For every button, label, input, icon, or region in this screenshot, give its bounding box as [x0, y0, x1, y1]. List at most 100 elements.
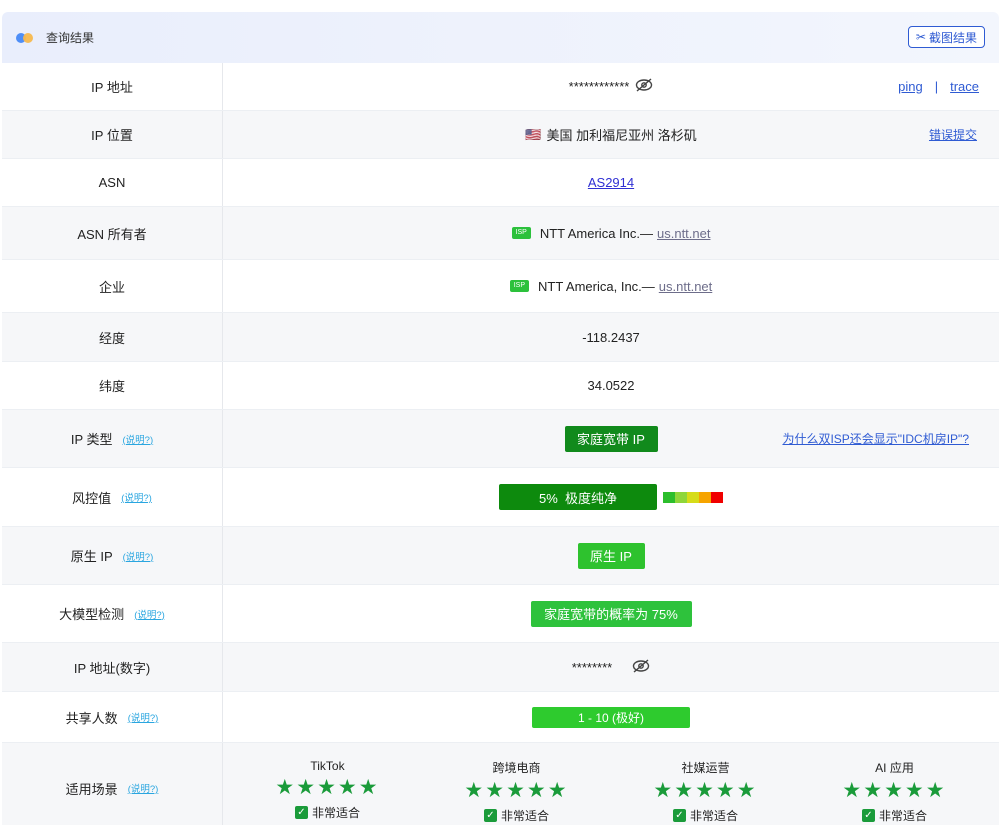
use-case-title: AI 应用	[875, 761, 914, 775]
ip-numeric-masked-value: ********	[571, 659, 613, 675]
checkbox-checked-icon: ✓	[672, 809, 686, 822]
row-ip-numeric: IP 地址(数字) ********	[2, 643, 999, 692]
fit-label: ✓ 非常适合	[483, 807, 549, 824]
risk-scale-bar	[663, 491, 723, 503]
checkbox-checked-icon: ✓	[861, 809, 875, 822]
scissors-icon: ✂	[915, 30, 926, 44]
company-name: NTT America, Inc.—	[538, 278, 655, 294]
use-case-tiktok: TikTok ★★★★★ ✓ 非常适合	[275, 759, 379, 824]
row-value: 🇺🇸 美国 加利福尼亚州 洛杉矶 错误提交	[223, 111, 999, 158]
result-card: 查询结果 ✂ 截图结果 IP 地址 ************ ping | tr…	[2, 12, 999, 825]
row-company: 企业 ISP NTT America, Inc.— us.ntt.net	[2, 260, 999, 313]
dual-isp-explain-link[interactable]: 为什么双ISP还会显示"IDC机房IP"?	[782, 430, 969, 447]
risk-scale-segment	[711, 491, 723, 503]
row-use-cases: 适用场景 (说明?) TikTok ★★★★★ ✓ 非常适合 跨境电商 ★★★★★…	[2, 743, 999, 825]
help-link[interactable]: (说明?)	[121, 490, 152, 504]
row-label-text: 共享人数	[65, 710, 118, 726]
row-value: ISP NTT America, Inc.— us.ntt.net	[223, 260, 999, 312]
row-ip-address: IP 地址 ************ ping | trace	[2, 63, 999, 111]
use-case-ai-apps: AI 应用 ★★★★★ ✓ 非常适合	[842, 759, 946, 824]
risk-scale-segment	[699, 491, 711, 503]
row-label: 原生 IP (说明?)	[2, 527, 223, 584]
row-value: 家庭宽带 IP 为什么双ISP还会显示"IDC机房IP"?	[223, 410, 999, 467]
use-case-social-media: 社媒运营 ★★★★★ ✓ 非常适合	[653, 759, 757, 824]
risk-scale-segment	[675, 491, 687, 503]
row-native-ip: 原生 IP (说明?) 原生 IP	[2, 527, 999, 585]
eye-off-icon[interactable]	[632, 658, 650, 676]
row-ip-type: IP 类型 (说明?) 家庭宽带 IP 为什么双ISP还会显示"IDC机房IP"…	[2, 410, 999, 468]
use-case-list: TikTok ★★★★★ ✓ 非常适合 跨境电商 ★★★★★ ✓ 非常适合 社媒运营…	[223, 759, 999, 824]
row-label: ASN 所有者	[2, 207, 223, 259]
risk-indicator: 5% 极度纯净	[499, 484, 723, 510]
help-link[interactable]: (说明?)	[128, 710, 159, 724]
row-label: 共享人数 (说明?)	[2, 692, 223, 742]
asn-owner-domain-link[interactable]: us.ntt.net	[657, 226, 710, 241]
star-rating-icon: ★★★★★	[653, 779, 758, 802]
ping-trace-links: ping | trace	[898, 79, 979, 94]
star-rating-icon: ★★★★★	[842, 779, 947, 802]
location-value: 美国 加利福尼亚州 洛杉矶	[546, 128, 697, 143]
asn-link[interactable]: AS2914	[588, 175, 634, 190]
use-case-title: TikTok	[310, 759, 345, 773]
row-ip-location: IP 位置 🇺🇸 美国 加利福尼亚州 洛杉矶 错误提交	[2, 111, 999, 159]
row-label: 经度	[2, 313, 223, 361]
row-label-text: 大模型检测	[59, 607, 125, 622]
risk-score-badge: 5% 极度纯净	[499, 484, 657, 510]
row-label: 适用场景 (说明?)	[2, 743, 223, 825]
star-rating-icon: ★★★★★	[275, 776, 380, 799]
report-error-link[interactable]: 错误提交	[929, 126, 977, 143]
home-broadband-badge: 家庭宽带 IP	[564, 425, 658, 452]
row-value: ************ ping | trace	[223, 63, 999, 110]
row-asn: ASN AS2914	[2, 159, 999, 207]
row-label-text: 原生 IP	[70, 549, 113, 564]
checkbox-checked-icon: ✓	[294, 806, 308, 819]
fit-text: 非常适合	[878, 809, 927, 823]
row-value: 5% 极度纯净	[223, 468, 999, 526]
trace-link[interactable]: trace	[950, 79, 979, 94]
row-label: IP 地址(数字)	[2, 643, 223, 691]
fit-label: ✓ 非常适合	[861, 807, 927, 824]
screenshot-button[interactable]: ✂ 截图结果	[907, 26, 985, 48]
row-value: 家庭宽带的概率为 75%	[223, 585, 999, 642]
asn-owner-name: NTT America Inc.—	[539, 225, 653, 241]
isp-tag: ISP	[509, 280, 529, 292]
row-label: 企业	[2, 260, 223, 312]
risk-scale-segment	[687, 491, 699, 503]
row-value: 原生 IP	[223, 527, 999, 584]
star-rating-icon: ★★★★★	[464, 779, 569, 802]
ip-masked-value: ************	[568, 79, 630, 94]
fit-label: ✓ 非常适合	[294, 804, 360, 821]
native-ip-badge: 原生 IP	[577, 542, 645, 569]
row-latitude: 纬度 34.0522	[2, 362, 999, 410]
use-case-title: 跨境电商	[492, 761, 541, 775]
fit-text: 非常适合	[500, 809, 549, 823]
row-shared-users: 共享人数 (说明?) 1 - 10 (极好)	[2, 692, 999, 743]
company-domain-link[interactable]: us.ntt.net	[659, 279, 712, 294]
eye-off-icon[interactable]	[635, 78, 653, 95]
ping-link[interactable]: ping	[898, 79, 923, 94]
row-label-text: 风控值	[72, 490, 112, 506]
screenshot-button-label: 截图结果	[928, 30, 977, 45]
row-label: ASN	[2, 159, 223, 206]
use-case-ecommerce: 跨境电商 ★★★★★ ✓ 非常适合	[464, 759, 568, 824]
row-label: 风控值 (说明?)	[2, 468, 223, 526]
row-value: 1 - 10 (极好)	[223, 692, 999, 742]
row-label: 大模型检测 (说明?)	[2, 585, 223, 642]
row-value: ISP NTT America Inc.— us.ntt.net	[223, 207, 999, 259]
fit-label: ✓ 非常适合	[672, 807, 738, 824]
result-logo-icon	[16, 31, 38, 45]
help-link[interactable]: (说明?)	[123, 432, 154, 446]
card-header: 查询结果 ✂ 截图结果	[2, 12, 999, 63]
row-value: TikTok ★★★★★ ✓ 非常适合 跨境电商 ★★★★★ ✓ 非常适合 社媒运营…	[223, 743, 999, 825]
us-flag-icon: 🇺🇸	[525, 126, 542, 142]
use-case-title: 社媒运营	[681, 761, 730, 775]
row-label: IP 类型 (说明?)	[2, 410, 223, 467]
latitude-value: 34.0522	[587, 378, 635, 393]
risk-scale-segment	[663, 491, 675, 503]
help-link[interactable]: (说明?)	[134, 607, 165, 621]
row-label: 纬度	[2, 362, 223, 409]
help-link[interactable]: (说明?)	[123, 549, 154, 563]
row-value: AS2914	[223, 159, 999, 206]
row-risk: 风控值 (说明?) 5% 极度纯净	[2, 468, 999, 527]
help-link[interactable]: (说明?)	[128, 781, 159, 795]
